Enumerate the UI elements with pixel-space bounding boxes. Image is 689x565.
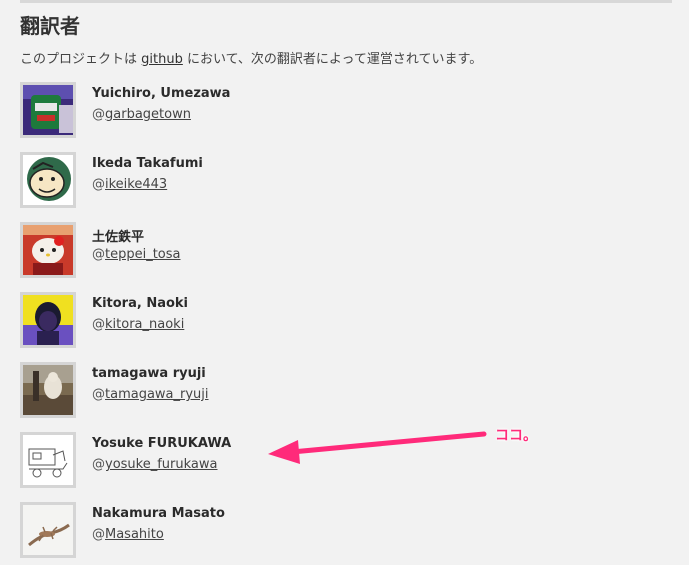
twitter-link[interactable]: kitora_naoki	[105, 317, 184, 332]
translator-name: tamagawa ryuji	[92, 366, 206, 381]
intro-after: において、次の翻訳者によって運営されています。	[182, 52, 483, 67]
twitter-link[interactable]: teppei_tosa	[105, 247, 181, 262]
twitter-link[interactable]: yosuke_furukawa	[105, 457, 218, 472]
top-divider	[20, 0, 672, 3]
translator-name: Nakamura Masato	[92, 506, 225, 521]
can-photo-icon	[23, 85, 73, 135]
translator-handle: @ikeike443	[92, 177, 167, 192]
avatar[interactable]	[20, 152, 76, 208]
sketch-drawing-icon	[23, 435, 73, 485]
translator-item: Kitora, Naoki @kitora_naoki	[20, 292, 520, 350]
annotation-arrow-icon	[268, 431, 487, 464]
intro-before: このプロジェクトは	[20, 52, 142, 67]
translator-item: 土佐鉄平 @teppei_tosa	[20, 222, 520, 280]
handle-prefix: @	[92, 457, 105, 472]
twitter-link[interactable]: tamagawa_ryuji	[105, 387, 209, 402]
translator-handle: @kitora_naoki	[92, 317, 184, 332]
translator-name: 土佐鉄平	[92, 230, 145, 245]
avatar[interactable]	[20, 432, 76, 488]
translator-name: Yosuke FURUKAWA	[92, 436, 232, 451]
red-character-icon	[23, 225, 73, 275]
translator-handle: @teppei_tosa	[92, 247, 181, 262]
github-link[interactable]: github	[141, 52, 183, 67]
translator-handle: @Masahito	[92, 527, 164, 542]
avatar[interactable]	[20, 502, 76, 558]
handle-prefix: @	[92, 527, 105, 542]
handle-prefix: @	[92, 247, 105, 262]
twitter-link[interactable]: Masahito	[105, 527, 164, 542]
avatar[interactable]	[20, 292, 76, 348]
cat-photo-icon	[23, 365, 73, 415]
translator-item: Nakamura Masato @Masahito	[20, 502, 520, 560]
person-yellow-bg-icon	[23, 295, 73, 345]
gecko-photo-icon	[23, 505, 73, 555]
translator-item: tamagawa ryuji @tamagawa_ryuji	[20, 362, 520, 420]
page-title: 翻訳者	[20, 14, 80, 38]
handle-prefix: @	[92, 387, 105, 402]
handle-prefix: @	[92, 177, 105, 192]
translator-handle: @yosuke_furukawa	[92, 457, 218, 472]
translator-handle: @garbagetown	[92, 107, 191, 122]
intro-text: このプロジェクトは github において、次の翻訳者によって運営されています。	[20, 48, 482, 67]
avatar[interactable]	[20, 222, 76, 278]
twitter-link[interactable]: ikeike443	[105, 177, 167, 192]
cartoon-face-icon	[23, 155, 73, 205]
handle-prefix: @	[92, 107, 105, 122]
translator-item: Yuichiro, Umezawa @garbagetown	[20, 82, 520, 140]
avatar[interactable]	[20, 362, 76, 418]
annotation-note: ココ。	[495, 428, 537, 444]
twitter-link[interactable]: garbagetown	[105, 107, 191, 122]
handle-prefix: @	[92, 317, 105, 332]
avatar[interactable]	[20, 82, 76, 138]
translator-name: Ikeda Takafumi	[92, 156, 203, 171]
translator-handle: @tamagawa_ryuji	[92, 387, 209, 402]
translator-item: Ikeda Takafumi @ikeike443	[20, 152, 520, 210]
translator-name: Kitora, Naoki	[92, 296, 189, 311]
translator-name: Yuichiro, Umezawa	[92, 86, 231, 101]
